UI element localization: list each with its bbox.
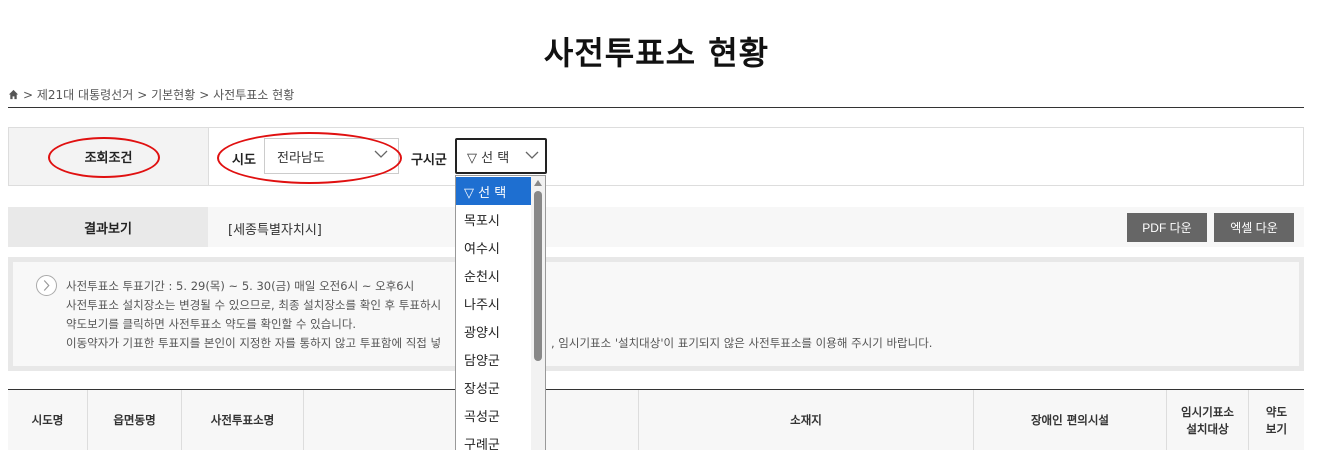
breadcrumb: > 제21대 대통령선거 > 기본현황 > 사전투표소 현황	[8, 86, 294, 103]
sido-select-value: 전라남도	[277, 150, 325, 166]
col-header-accessibility: 장애인 편의시설	[974, 390, 1167, 450]
chevron-down-icon	[374, 150, 388, 158]
notice-line: 사전투표소 설치장소는 변경될 수 있으므로, 최종 설치장소를 확인 후 투표…	[66, 298, 442, 312]
dropdown-option[interactable]: 구례군	[456, 429, 532, 450]
gusi-select[interactable]: ▽ 선 택	[455, 138, 547, 174]
col-header-map: 약도 보기	[1265, 404, 1288, 436]
dropdown-option[interactable]: 여수시	[456, 233, 532, 261]
breadcrumb-item-early-voting[interactable]: > 사전투표소 현황	[199, 86, 294, 103]
notice-line: 이동약자가 기표한 투표지를 본인이 지정한 자를 통하지 않고 투표함에 직접…	[66, 336, 442, 350]
sido-label: 시도	[232, 153, 256, 168]
col-header-eupmyeondong: 읍면동명	[88, 390, 182, 450]
result-bar: 결과보기 [세종특별자치시] PDF 다운 엑셀 다운	[8, 207, 1304, 247]
page-title: 사전투표소 현황	[543, 34, 770, 72]
excel-download-button[interactable]: 엑셀 다운	[1214, 213, 1294, 242]
notice-line-tail: , 임시기표소 '설치대상'이 표기되지 않은 사전투표소를 이용해 주시기 바…	[551, 336, 933, 350]
notice-line: 약도보기를 클릭하면 사전투표소 약도를 확인할 수 있습니다.	[66, 317, 357, 331]
result-region-text: [세종특별자치시]	[228, 223, 322, 238]
dropdown-option[interactable]: 담양군	[456, 345, 532, 373]
pdf-download-button[interactable]: PDF 다운	[1127, 213, 1207, 242]
query-label: 조회조건	[9, 128, 209, 185]
result-label: 결과보기	[8, 207, 208, 247]
dropdown-option[interactable]: 광양시	[456, 317, 532, 345]
dropdown-option[interactable]: ▽ 선 택	[456, 177, 532, 205]
notice-line: 사전투표소 투표기간 : 5. 29(목) ~ 5. 30(금) 매일 오전6시…	[66, 279, 415, 293]
scroll-up-arrow-icon[interactable]	[533, 179, 543, 187]
home-icon[interactable]	[8, 89, 19, 100]
table-header: 시도명 읍면동명 사전투표소명 설치 소재지 장애인 편의시설 임시기표소 설치…	[8, 389, 1304, 450]
notice-box: 사전투표소 투표기간 : 5. 29(목) ~ 5. 30(금) 매일 오전6시…	[8, 257, 1304, 371]
chevron-down-icon	[525, 151, 539, 159]
dropdown-scrollbar[interactable]	[531, 176, 545, 450]
query-panel: 조회조건 시도 전라남도 구시군 ▽ 선 택	[8, 127, 1304, 186]
chevron-right-circle-icon	[36, 275, 57, 296]
col-header-sido: 시도명	[8, 390, 88, 450]
breadcrumb-item-basic-status[interactable]: > 기본현황	[137, 86, 195, 103]
gusi-select-value: ▽ 선 택	[467, 150, 510, 166]
dropdown-option[interactable]: 장성군	[456, 373, 532, 401]
dropdown-option[interactable]: 곡성군	[456, 401, 532, 429]
dropdown-option[interactable]: 목포시	[456, 205, 532, 233]
breadcrumb-divider	[8, 107, 1304, 108]
gusi-dropdown-list[interactable]: ▽ 선 택 목포시 여수시 순천시 나주시 광양시 담양군 장성군 곡성군 구례…	[455, 175, 546, 450]
dropdown-option[interactable]: 나주시	[456, 289, 532, 317]
scrollbar-thumb[interactable]	[534, 191, 542, 361]
gusi-label: 구시군	[411, 153, 447, 168]
sido-select[interactable]: 전라남도	[264, 138, 399, 174]
dropdown-option[interactable]: 순천시	[456, 261, 532, 289]
breadcrumb-item-election[interactable]: > 제21대 대통령선거	[23, 86, 133, 103]
col-header-temp-booth: 임시기표소 설치대상	[1167, 390, 1249, 450]
col-header-polling-place: 사전투표소명	[182, 390, 304, 450]
col-header-address: 소재지	[639, 390, 974, 450]
